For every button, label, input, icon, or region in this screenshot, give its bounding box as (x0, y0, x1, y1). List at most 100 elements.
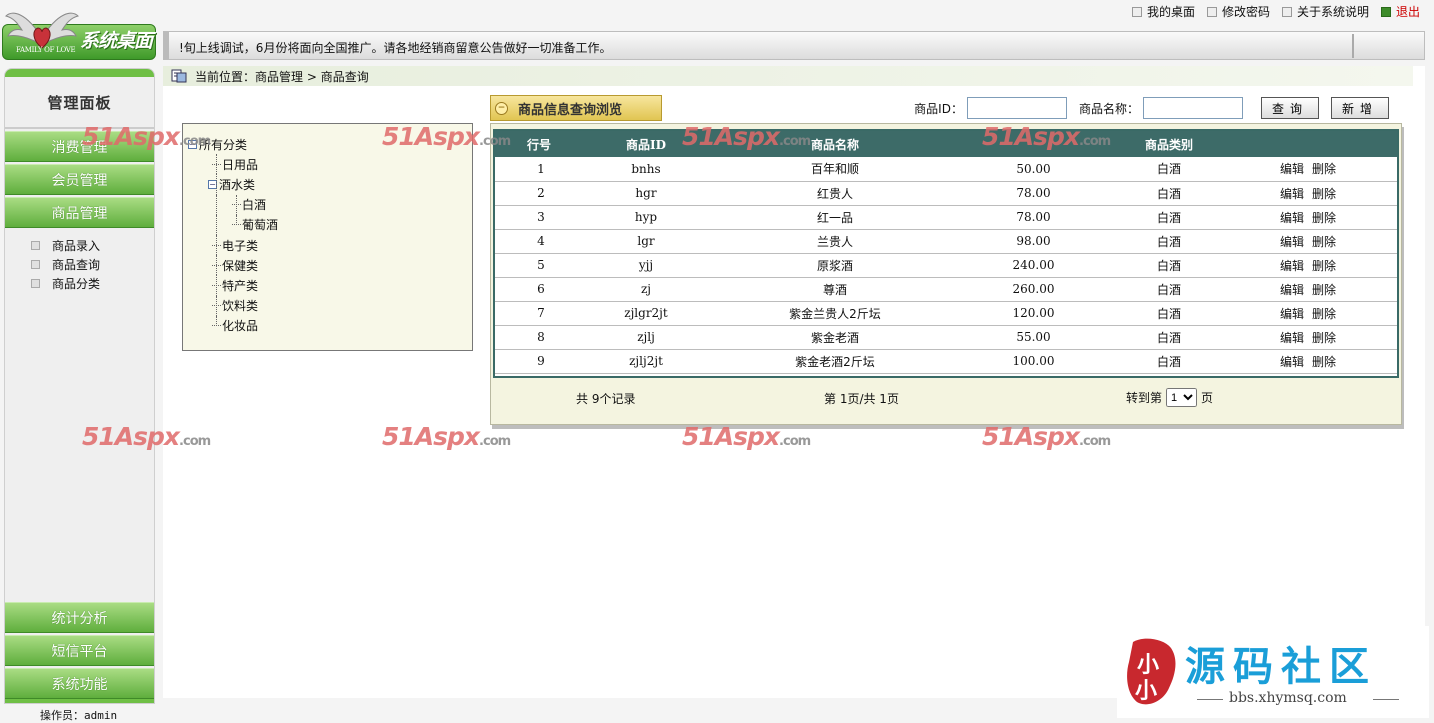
breadcrumb-prefix: 当前位置： (195, 69, 256, 84)
about-system-label: 关于系统说明 (1296, 5, 1369, 19)
square-bullet-icon (1131, 6, 1142, 17)
edit-link[interactable]: 编辑 (1280, 307, 1304, 321)
product-id: hyp (587, 205, 705, 230)
product-category: 白酒 (1102, 253, 1236, 278)
subnav-product-entry[interactable]: 商品录入 (31, 236, 154, 255)
product-id-input[interactable] (966, 97, 1067, 119)
delete-link[interactable]: 删除 (1312, 331, 1336, 345)
brand-url: bbs.xhymsq.com (1229, 690, 1347, 706)
subnav-product-category[interactable]: 商品分类 (31, 274, 154, 293)
product-name: 百年和顺 (705, 157, 965, 182)
query-button[interactable]: 查询 (1260, 97, 1319, 119)
brand-divider (1373, 699, 1399, 700)
nav-product-management[interactable]: 商品管理 (5, 197, 154, 228)
delete-link[interactable]: 删除 (1312, 259, 1336, 273)
product-id: bnhs (587, 157, 705, 182)
logout-link[interactable]: 退出 (1380, 3, 1420, 20)
sidebar-title: 管理面板 (5, 77, 154, 129)
nav-system-functions[interactable]: 系统功能 (5, 668, 154, 699)
tree-node-label: 日用品 (222, 157, 259, 172)
edit-link[interactable]: 编辑 (1280, 235, 1304, 249)
tree-node[interactable]: 电子类 (188, 234, 472, 256)
goto-label: 转到第 (1126, 391, 1163, 405)
edit-link[interactable]: 编辑 (1280, 162, 1304, 176)
nav-consumption-management[interactable]: 消费管理 (5, 131, 154, 162)
svg-text:小: 小 (1137, 652, 1159, 678)
product-category: 白酒 (1102, 325, 1236, 350)
delete-link[interactable]: 删除 (1312, 283, 1336, 297)
delete-link[interactable]: 删除 (1312, 307, 1336, 321)
row-number: 4 (495, 229, 587, 254)
page-select[interactable]: 1 (1166, 388, 1198, 407)
delete-link[interactable]: 删除 (1312, 187, 1336, 201)
sidebar: 管理面板 消费管理 会员管理 商品管理 商品录入 商品查询 商品分类 统计分析 … (4, 68, 155, 704)
my-desktop-link[interactable]: 我的桌面 (1131, 3, 1195, 20)
product-category: 白酒 (1102, 229, 1236, 254)
edit-link[interactable]: 编辑 (1280, 187, 1304, 201)
column-header: 商品类别 (1102, 131, 1236, 157)
tree-node[interactable]: 日用品 (188, 154, 472, 175)
subnav-product-category-label: 商品分类 (52, 277, 101, 291)
table-row: 3 hyp 红一品 78.00 白酒 编辑 删除 (495, 205, 1397, 230)
tree-line (216, 154, 217, 175)
product-name-input[interactable] (1142, 97, 1243, 119)
minus-circle-icon: − (495, 101, 508, 115)
row-actions: 编辑 删除 (1236, 349, 1397, 374)
tree-node-label: 电子类 (222, 238, 259, 253)
tree-node-label: 特产类 (222, 278, 259, 293)
edit-link[interactable]: 编辑 (1280, 331, 1304, 345)
about-system-link[interactable]: 关于系统说明 (1281, 3, 1369, 20)
tree-node[interactable]: 化妆品 (188, 315, 472, 336)
nav-member-management[interactable]: 会员管理 (5, 164, 154, 195)
delete-link[interactable]: 删除 (1312, 235, 1336, 249)
row-actions: 编辑 删除 (1236, 157, 1397, 182)
total-records: 共 9个记录 (576, 392, 636, 406)
tree-node[interactable]: 保健类 (188, 255, 472, 276)
delete-link[interactable]: 删除 (1312, 355, 1336, 369)
logo-subtitle: FAMILY OF LOVE (16, 46, 76, 54)
square-bullet-icon (31, 260, 40, 269)
edit-link[interactable]: 编辑 (1280, 355, 1304, 369)
tree-node[interactable]: 葡萄酒 (188, 214, 472, 235)
table-row: 8 zjlj 紫金老酒 55.00 白酒 编辑 删除 (495, 325, 1397, 350)
nav-sms-platform[interactable]: 短信平台 (5, 635, 154, 666)
product-id: yjj (587, 253, 705, 278)
main-content: 当前位置： 商品管理 > 商品查询 − 所有分类 日用品 − 酒水类 白酒 葡萄… (163, 66, 1425, 698)
tree-node[interactable]: − 酒水类 (188, 174, 472, 195)
product-category: 白酒 (1102, 301, 1236, 326)
tree-node-root[interactable]: − 所有分类 (188, 134, 472, 154)
tree-node[interactable]: 饮料类 (188, 295, 472, 316)
tree-line (236, 194, 237, 215)
product-name: 紫金老酒2斤坛 (705, 349, 965, 374)
tree-line (236, 214, 237, 225)
sidebar-top-strip (5, 69, 154, 77)
add-button[interactable]: 新增 (1330, 97, 1389, 119)
delete-link[interactable]: 删除 (1312, 211, 1336, 225)
tree-node[interactable]: 白酒 (188, 194, 472, 215)
nav-statistics[interactable]: 统计分析 (5, 602, 154, 633)
tree-node[interactable]: 特产类 (188, 275, 472, 296)
product-price: 120.00 (965, 301, 1102, 326)
change-password-link[interactable]: 修改密码 (1206, 3, 1270, 20)
brand-divider (1197, 699, 1223, 700)
table-row: 4 lgr 兰贵人 98.00 白酒 编辑 删除 (495, 229, 1397, 254)
results-panel: 行号 商品ID 商品名称 商品类别 1 bnhs 百年和顺 50.00 白酒 编… (490, 123, 1402, 425)
edit-link[interactable]: 编辑 (1280, 259, 1304, 273)
subnav-product-entry-label: 商品录入 (52, 239, 101, 253)
tree-line (216, 315, 217, 326)
brand-title: 源码社区 (1185, 644, 1377, 690)
row-number: 3 (495, 205, 587, 230)
tree-node-label: 酒水类 (219, 177, 256, 192)
product-id: zjlj2jt (587, 349, 705, 374)
row-number: 1 (495, 157, 587, 182)
row-actions: 编辑 删除 (1236, 325, 1397, 350)
panel-title-tab: − 商品信息查询浏览 (490, 95, 662, 121)
edit-link[interactable]: 编辑 (1280, 283, 1304, 297)
delete-link[interactable]: 删除 (1312, 162, 1336, 176)
product-id: zj (587, 277, 705, 302)
square-bullet-icon (1380, 6, 1391, 17)
collapse-icon[interactable]: − (188, 139, 197, 149)
subnav-product-query[interactable]: 商品查询 (31, 255, 154, 274)
product-price: 240.00 (965, 253, 1102, 278)
edit-link[interactable]: 编辑 (1280, 211, 1304, 225)
